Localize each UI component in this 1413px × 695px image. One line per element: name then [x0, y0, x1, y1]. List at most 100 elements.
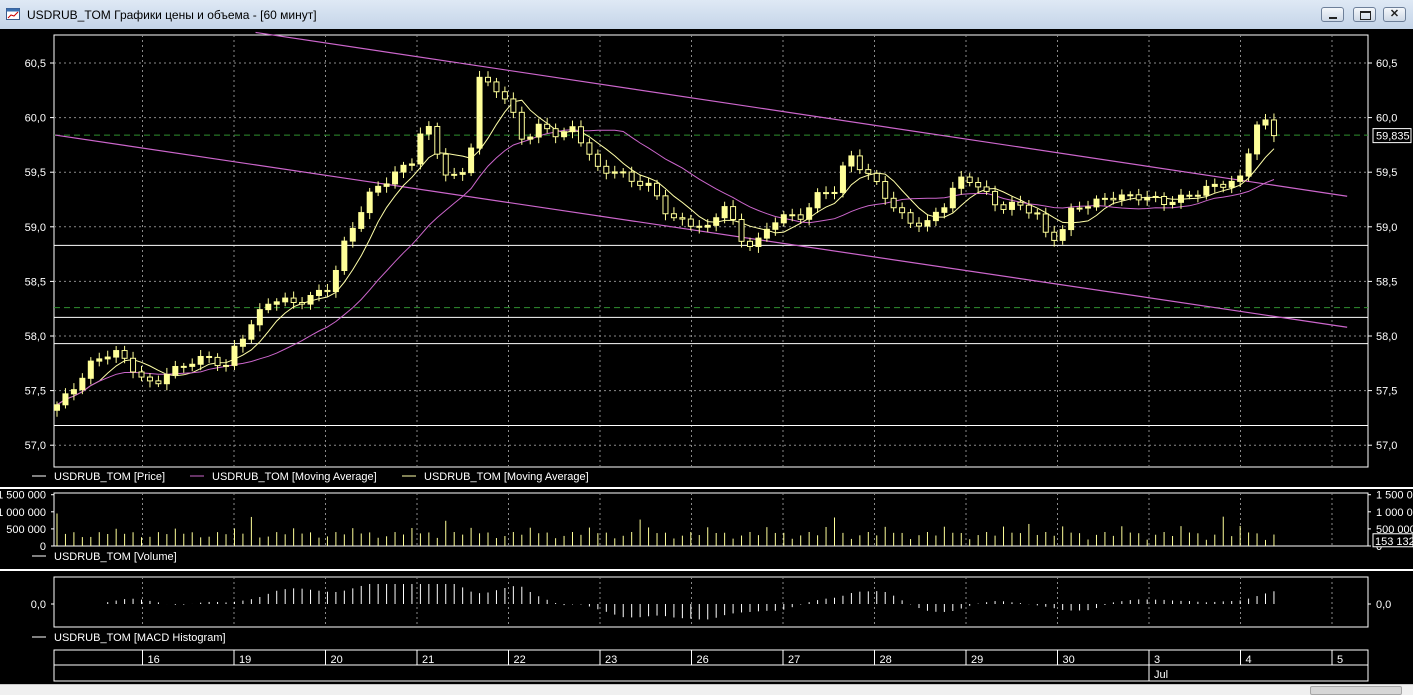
- x-tick-label: 28: [880, 654, 892, 666]
- candle-body: [932, 211, 939, 222]
- candle-body: [96, 358, 103, 362]
- candle-body: [1186, 194, 1193, 197]
- volume-y-label-right: 1 500 000: [1376, 490, 1413, 502]
- candle-body: [628, 171, 635, 182]
- window-title: USDRUB_TOM Графики цены и объема - [60 м…: [27, 8, 317, 22]
- candle-body: [290, 297, 297, 303]
- volume-y-label-left: 0: [40, 541, 46, 553]
- candle-body: [1093, 198, 1100, 208]
- volume-y-label-right: 1 000 000: [1376, 507, 1413, 519]
- candle-body: [780, 214, 787, 224]
- candle-body: [941, 207, 948, 213]
- candle-body: [730, 206, 737, 220]
- candle-body: [1110, 197, 1117, 201]
- candle-body: [383, 183, 390, 187]
- candle-body: [417, 133, 424, 165]
- candle-body: [966, 176, 973, 183]
- candle-body: [620, 171, 627, 174]
- candle-body: [831, 191, 838, 195]
- candle-body: [1051, 231, 1058, 241]
- y-tick-label-left: 60,5: [25, 58, 46, 70]
- macd-legend-label: USDRUB_TOM [MACD Histogram]: [54, 632, 226, 644]
- candle-body: [577, 126, 584, 144]
- candle-body: [746, 240, 753, 247]
- candle-body: [713, 217, 720, 226]
- candle-body: [696, 225, 703, 228]
- x-tick-label: 3: [1154, 654, 1160, 666]
- y-tick-label-left: 60,0: [25, 113, 46, 125]
- last-volume-label: 153 132: [1375, 536, 1413, 548]
- candle-body: [324, 289, 331, 293]
- candle-body: [146, 376, 153, 382]
- candle-body: [806, 207, 813, 220]
- volume-y-label-left: 1 500 000: [0, 490, 46, 502]
- y-tick-label-right: 57,5: [1376, 386, 1397, 398]
- candle-body: [265, 303, 272, 311]
- candle-body: [924, 220, 931, 227]
- y-tick-label-left: 57,0: [25, 440, 46, 452]
- y-tick-label-right: 57,0: [1376, 440, 1397, 452]
- candle-body: [949, 187, 956, 209]
- candle-body: [223, 364, 230, 367]
- candle-body: [814, 192, 821, 209]
- chart-area[interactable]: 16 19 20 21 22 23 26 27 28 29 30 3 4 5 Jul 57,0 57,0 57,5…: [0, 29, 1413, 684]
- candle-body: [121, 350, 128, 359]
- candle-body: [704, 224, 711, 228]
- candle-body: [408, 163, 415, 166]
- candle-body: [451, 173, 458, 176]
- candle-body: [1127, 194, 1134, 197]
- candle-body: [865, 169, 872, 174]
- candle-body: [104, 356, 111, 360]
- close-icon: ✕: [1389, 8, 1400, 20]
- candle-body: [637, 180, 644, 186]
- candle-body: [958, 176, 965, 189]
- candle-body: [1245, 153, 1252, 177]
- candle-body: [1135, 194, 1142, 201]
- x-tick-label: 19: [239, 654, 251, 666]
- candle-body: [882, 181, 889, 199]
- volume-y-label-left: 1 000 000: [0, 507, 46, 519]
- candle-body: [1118, 194, 1125, 201]
- candle-body: [163, 373, 170, 385]
- minimize-button[interactable]: [1321, 7, 1344, 22]
- y-tick-label-left: 58,0: [25, 331, 46, 343]
- legend-label: USDRUB_TOM [Moving Average]: [424, 471, 589, 483]
- candle-body: [645, 182, 652, 186]
- candle-body: [755, 237, 762, 247]
- candle-body: [256, 309, 263, 326]
- candle-body: [214, 356, 221, 367]
- x-tick-label: 4: [1246, 654, 1252, 666]
- candle-body: [873, 172, 880, 183]
- candle-body: [1161, 195, 1168, 206]
- candle-body: [459, 172, 466, 175]
- candle-body: [87, 360, 94, 379]
- candle-body: [341, 240, 348, 271]
- candle-body: [1254, 124, 1261, 155]
- y-tick-label-right: 60,5: [1376, 58, 1397, 70]
- candle-body: [62, 393, 69, 406]
- candle-body: [654, 182, 661, 197]
- candle-body: [899, 207, 906, 214]
- candle-body: [594, 153, 601, 167]
- candle-body: [70, 389, 77, 395]
- volume-y-label-left: 500 000: [6, 524, 46, 536]
- candle-body: [231, 345, 238, 366]
- title-bar[interactable]: USDRUB_TOM Графики цены и объема - [60 м…: [0, 0, 1413, 30]
- candle-body: [299, 301, 306, 305]
- candle-body: [425, 125, 432, 135]
- candle-body: [687, 218, 694, 227]
- x-tick-label: 30: [1063, 654, 1075, 666]
- candle-body: [1076, 207, 1083, 210]
- maximize-button[interactable]: [1353, 7, 1376, 22]
- horizontal-scrollbar[interactable]: [0, 684, 1413, 695]
- close-button[interactable]: ✕: [1383, 7, 1406, 22]
- x-tick-label: 27: [788, 654, 800, 666]
- candle-body: [992, 190, 999, 206]
- candle-body: [1270, 119, 1277, 137]
- candle-body: [1169, 201, 1176, 206]
- x-tick-label: 20: [331, 654, 343, 666]
- candle-body: [544, 123, 551, 130]
- candle-body: [1042, 213, 1049, 233]
- candle-body: [79, 377, 86, 391]
- candle-body: [670, 213, 677, 219]
